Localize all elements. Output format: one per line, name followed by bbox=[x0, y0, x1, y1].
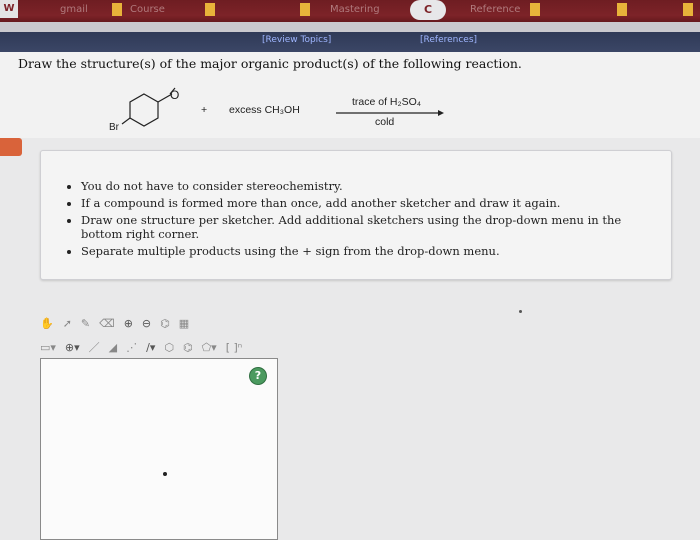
sketcher-toolbar-bottom: ▭▾ ⊕▾ ／ ◢ ⋰ ∕▾ ⬡ ⌬ ⬠▾ [ ]ⁿ bbox=[40, 338, 242, 356]
condition-above-arrow: trace of H₂SO₄ bbox=[352, 96, 422, 108]
site-logo: W bbox=[0, 0, 18, 18]
bookmark-icon[interactable] bbox=[617, 3, 627, 16]
bond-dash-icon[interactable]: ⋰ bbox=[126, 341, 137, 354]
bookmark-icon[interactable] bbox=[205, 3, 215, 16]
zoom-out-icon[interactable]: ⊖ bbox=[142, 317, 151, 330]
bromine-label: Br bbox=[109, 122, 119, 133]
ring-cyclopentane-icon[interactable]: ⬠▾ bbox=[202, 341, 217, 354]
lasso-icon[interactable]: ✎ bbox=[81, 317, 90, 330]
templates-icon[interactable]: ⌬ bbox=[160, 317, 170, 330]
references-link[interactable]: [References] bbox=[420, 35, 477, 45]
question-links-bar: [Review Topics] [References] bbox=[0, 32, 700, 52]
reaction-arrowhead bbox=[438, 110, 444, 116]
cyclohexane-ring bbox=[129, 93, 159, 127]
bookmark-icon[interactable] bbox=[112, 3, 122, 16]
sketcher-canvas[interactable]: ? bbox=[40, 358, 278, 540]
atom-menu-icon[interactable]: ▭▾ bbox=[40, 341, 56, 354]
eraser-icon[interactable]: ⌫ bbox=[99, 317, 115, 330]
review-topics-link[interactable]: [Review Topics] bbox=[262, 35, 331, 45]
select-icon[interactable]: ➚ bbox=[63, 317, 72, 330]
zoom-in-icon[interactable]: ⊕ bbox=[124, 317, 133, 330]
charge-icon[interactable]: ⊕▾ bbox=[65, 341, 80, 354]
instruction-item: Separate multiple products using the + s… bbox=[81, 244, 659, 258]
active-tab[interactable]: C bbox=[410, 0, 446, 20]
tab-label[interactable]: gmail bbox=[60, 4, 88, 15]
bond-wedge-icon[interactable]: ◢ bbox=[109, 341, 117, 354]
bookmark-icon[interactable] bbox=[683, 3, 693, 16]
ring-cyclohexane-icon[interactable]: ⬡ bbox=[164, 341, 174, 354]
reaction-scheme bbox=[121, 87, 444, 127]
periodic-icon[interactable]: ▦ bbox=[179, 317, 189, 330]
tab-label[interactable]: Course bbox=[130, 4, 165, 15]
help-button[interactable]: ? bbox=[249, 367, 267, 385]
tab-label[interactable]: Reference bbox=[470, 4, 520, 15]
canvas-dot bbox=[163, 472, 167, 476]
toolbar-strip bbox=[0, 22, 700, 32]
hand-tool-icon[interactable]: ✋ bbox=[40, 317, 54, 330]
browser-tab-bar: W gmail Course Mastering C Reference bbox=[0, 0, 700, 22]
tab-label[interactable]: Mastering bbox=[330, 4, 380, 15]
bookmark-icon[interactable] bbox=[530, 3, 540, 16]
bookmark-icon[interactable] bbox=[300, 3, 310, 16]
question-panel: Draw the structure(s) of the major organ… bbox=[0, 52, 700, 138]
plus-sign: + bbox=[201, 104, 208, 116]
bond-menu-icon[interactable]: ∕▾ bbox=[146, 341, 155, 354]
sketcher-toolbar-top: ✋ ➚ ✎ ⌫ ⊕ ⊖ ⌬ ▦ bbox=[40, 314, 189, 332]
instructions-list: You do not have to consider stereochemis… bbox=[41, 151, 671, 258]
bracket-icon[interactable]: [ ]ⁿ bbox=[226, 341, 242, 354]
instruction-item: You do not have to consider stereochemis… bbox=[81, 179, 659, 193]
instruction-item: Draw one structure per sketcher. Add add… bbox=[81, 213, 659, 241]
condition-below-arrow: cold bbox=[375, 116, 395, 128]
side-panel-tab[interactable] bbox=[0, 138, 22, 156]
carbonyl-oxygen-label: O bbox=[170, 88, 180, 102]
reactant-structure bbox=[121, 87, 176, 127]
instructions-box: You do not have to consider stereochemis… bbox=[40, 150, 672, 313]
bond-single-icon[interactable]: ／ bbox=[89, 339, 100, 355]
ring-benzene-icon[interactable]: ⌬ bbox=[183, 341, 193, 354]
bromine-bond bbox=[121, 117, 131, 125]
instruction-item: If a compound is formed more than once, … bbox=[81, 196, 659, 210]
reagent-label: excess CH₃OH bbox=[229, 104, 300, 116]
stray-dot bbox=[519, 310, 522, 313]
